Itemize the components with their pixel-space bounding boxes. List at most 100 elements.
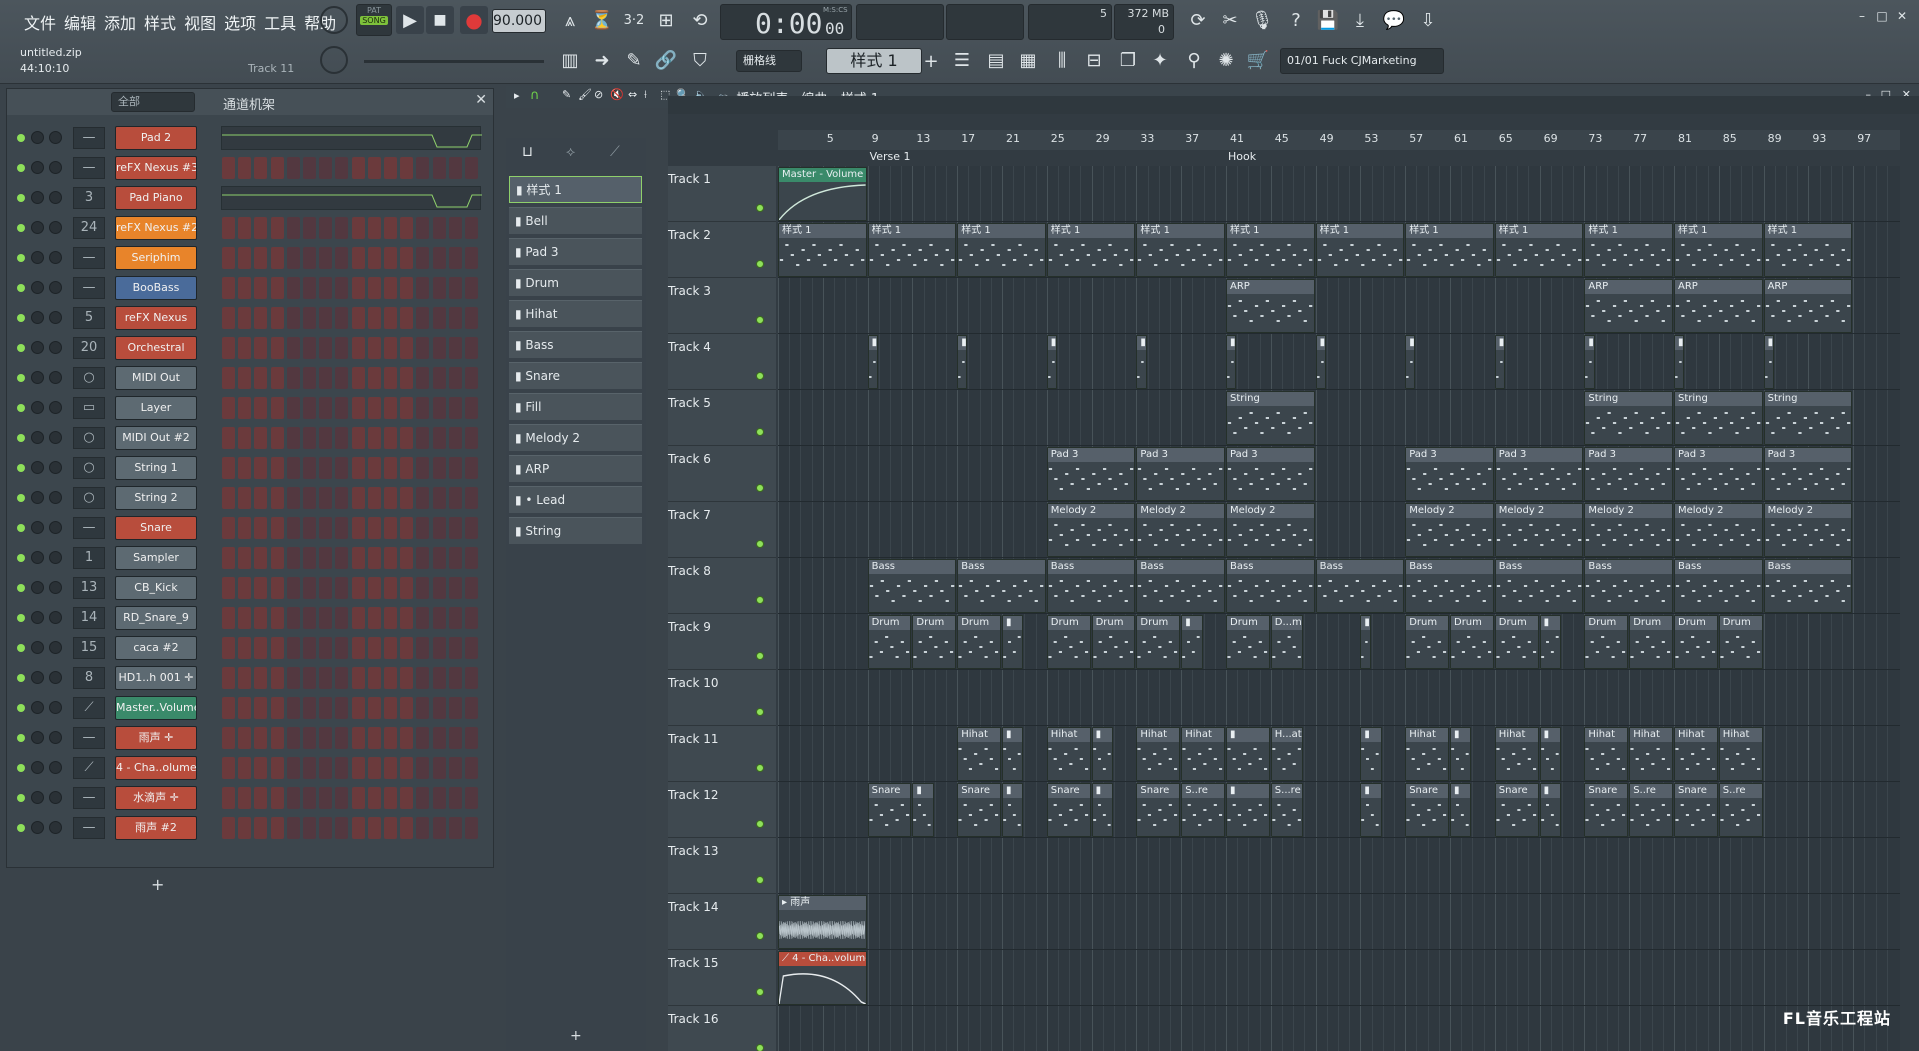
- step-button[interactable]: [222, 427, 235, 449]
- step-button[interactable]: [448, 787, 462, 809]
- step-button[interactable]: [238, 397, 252, 419]
- step-button[interactable]: [319, 787, 333, 809]
- step-button[interactable]: [384, 697, 397, 719]
- add-channel-button[interactable]: +: [151, 875, 164, 894]
- step-button[interactable]: [238, 517, 252, 539]
- step-button[interactable]: [351, 697, 365, 719]
- step-button[interactable]: [319, 367, 333, 389]
- step-button[interactable]: [384, 397, 397, 419]
- step-button[interactable]: [270, 607, 284, 629]
- step-button[interactable]: [222, 277, 235, 299]
- step-button[interactable]: [222, 757, 235, 779]
- step-button[interactable]: [286, 307, 300, 329]
- step-button[interactable]: [465, 637, 478, 659]
- step-button[interactable]: [303, 577, 316, 599]
- channel-pan-knob[interactable]: [31, 251, 44, 264]
- minimize-button[interactable]: –: [1852, 6, 1872, 26]
- step-button[interactable]: [432, 517, 446, 539]
- playlist-clip[interactable]: 样式 1: [1046, 223, 1136, 277]
- step-button[interactable]: [448, 457, 462, 479]
- step-button[interactable]: [238, 487, 252, 509]
- channel-name-button[interactable]: CB_Kick: [115, 576, 197, 600]
- step-button[interactable]: [432, 367, 446, 389]
- channel-mixer-track[interactable]: —: [73, 157, 105, 179]
- save-button[interactable]: 💾: [1314, 6, 1342, 34]
- metronome-button[interactable]: ⩓: [556, 6, 584, 34]
- step-button[interactable]: [351, 367, 365, 389]
- playlist-clip[interactable]: Melody 2: [1674, 503, 1763, 557]
- channel-rack-close-icon[interactable]: ✕: [475, 92, 487, 108]
- playlist-clip[interactable]: ▮: [1002, 727, 1024, 781]
- channel-volume-knob[interactable]: [49, 581, 62, 594]
- step-sequencer[interactable]: [222, 667, 480, 689]
- step-button[interactable]: [222, 637, 235, 659]
- step-sequencer[interactable]: [222, 637, 480, 659]
- channel-enable-led[interactable]: [17, 314, 25, 322]
- step-button[interactable]: [222, 337, 235, 359]
- playlist-clip[interactable]: S...re: [1270, 783, 1304, 837]
- step-button[interactable]: [432, 157, 446, 179]
- step-button[interactable]: [238, 157, 252, 179]
- step-button[interactable]: [448, 367, 462, 389]
- channel-enable-led[interactable]: [17, 734, 25, 742]
- channel-volume-knob[interactable]: [49, 191, 62, 204]
- channel-pan-knob[interactable]: [31, 131, 44, 144]
- step-button[interactable]: [465, 367, 478, 389]
- step-sequencer[interactable]: [222, 157, 480, 179]
- step-button[interactable]: [384, 667, 397, 689]
- playlist-clip[interactable]: S..re: [1181, 783, 1225, 837]
- track-enable-led[interactable]: [756, 932, 764, 940]
- playlist-clip[interactable]: S..re: [1629, 783, 1673, 837]
- channel-volume-knob[interactable]: [49, 611, 62, 624]
- step-button[interactable]: [351, 277, 365, 299]
- step-button[interactable]: [400, 547, 414, 569]
- playlist-clip[interactable]: Hihat: [1046, 727, 1091, 781]
- playlist-clip[interactable]: 样式 1: [778, 223, 867, 277]
- step-button[interactable]: [416, 517, 430, 539]
- slice-icon[interactable]: ⟊: [644, 88, 647, 102]
- step-button[interactable]: [222, 607, 235, 629]
- step-button[interactable]: [222, 667, 235, 689]
- step-button[interactable]: [448, 697, 462, 719]
- step-button[interactable]: [319, 157, 333, 179]
- channel-graph-editor[interactable]: [221, 186, 482, 210]
- channel-enable-led[interactable]: [17, 404, 25, 412]
- step-button[interactable]: [238, 637, 252, 659]
- step-button[interactable]: [319, 307, 333, 329]
- step-button[interactable]: [222, 697, 235, 719]
- step-button[interactable]: [432, 607, 446, 629]
- step-button[interactable]: [303, 277, 316, 299]
- playlist-clip[interactable]: Pad 3: [1674, 447, 1763, 501]
- step-button[interactable]: [254, 367, 268, 389]
- step-button[interactable]: [465, 397, 478, 419]
- timeline-marker[interactable]: Verse 1: [868, 150, 911, 166]
- playlist-clip[interactable]: String: [1584, 391, 1673, 445]
- playlist-clip[interactable]: Pad 3: [1584, 447, 1673, 501]
- menu-item[interactable]: 文件: [20, 8, 60, 36]
- step-button[interactable]: [254, 247, 268, 269]
- step-button[interactable]: [432, 427, 446, 449]
- step-button[interactable]: [335, 217, 349, 239]
- step-sequencer[interactable]: [222, 697, 480, 719]
- step-button[interactable]: [254, 727, 268, 749]
- step-button[interactable]: [303, 367, 316, 389]
- playlist-clip[interactable]: Bass: [1763, 559, 1853, 613]
- step-button[interactable]: [465, 457, 478, 479]
- channel-enable-led[interactable]: [17, 674, 25, 682]
- close-button[interactable]: ✕: [1892, 6, 1912, 26]
- step-button[interactable]: [351, 307, 365, 329]
- step-button[interactable]: [254, 397, 268, 419]
- channel-mixer-track[interactable]: —: [73, 787, 105, 809]
- step-button[interactable]: [432, 277, 446, 299]
- step-button[interactable]: [222, 217, 235, 239]
- step-button[interactable]: [448, 547, 462, 569]
- step-button[interactable]: [465, 517, 478, 539]
- step-button[interactable]: [319, 487, 333, 509]
- channel-row[interactable]: ▭ Layer: [7, 393, 493, 423]
- step-button[interactable]: [270, 487, 284, 509]
- channel-mixer-track[interactable]: 20: [73, 337, 105, 359]
- playlist-clip[interactable]: 样式 1: [1136, 223, 1225, 277]
- step-button[interactable]: [432, 487, 446, 509]
- channel-name-button[interactable]: String 1: [115, 456, 197, 480]
- channel-pan-knob[interactable]: [31, 791, 44, 804]
